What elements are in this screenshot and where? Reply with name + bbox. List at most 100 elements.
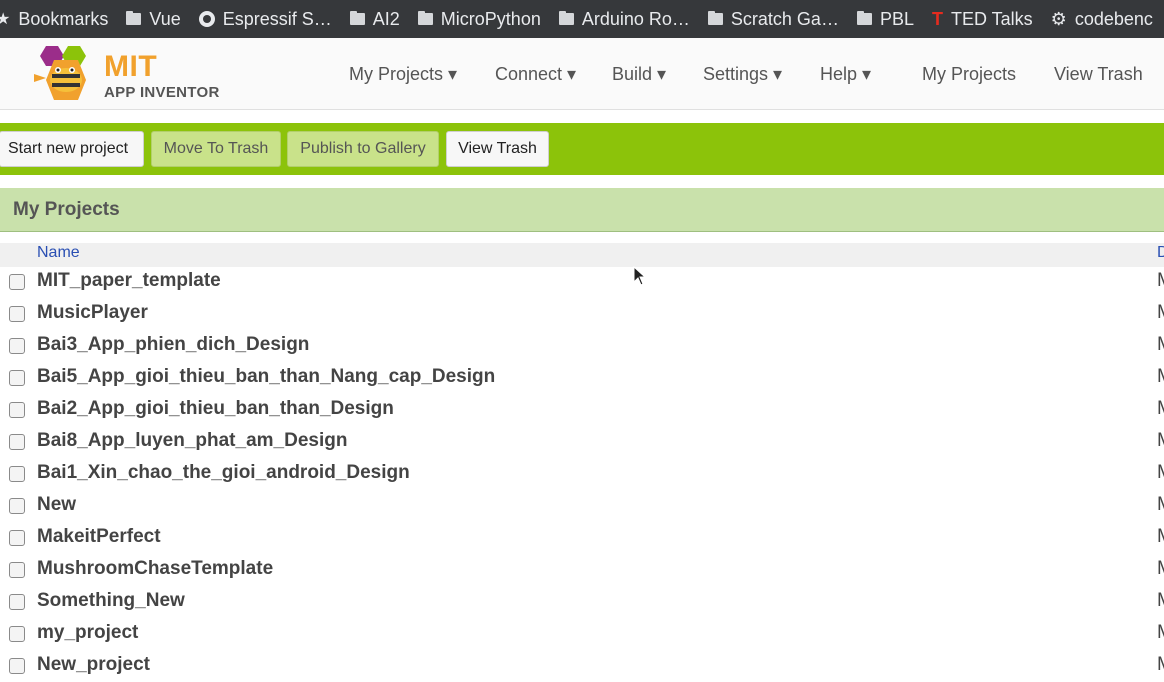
project-name[interactable]: Bai1_Xin_chao_the_gioi_android_Design — [37, 462, 410, 484]
bookmark-label: Arduino Ro… — [581, 8, 690, 29]
project-date: M — [1157, 430, 1164, 452]
bookmark-codebender[interactable]: ⚙ codebenc — [1051, 9, 1153, 30]
bookmark-espressif[interactable]: Espressif S… — [198, 8, 332, 30]
row-checkbox[interactable] — [9, 658, 25, 674]
logo-subtitle: APP INVENTOR — [104, 84, 220, 101]
table-row[interactable]: Something_New M — [0, 586, 1164, 618]
project-date: M — [1157, 526, 1164, 548]
row-checkbox[interactable] — [9, 338, 25, 354]
project-date: M — [1157, 622, 1164, 644]
table-row[interactable]: Bai3_App_phien_dich_Design M — [0, 330, 1164, 362]
project-date: M — [1157, 366, 1164, 388]
bookmark-label: Bookmarks — [18, 8, 109, 29]
link-view-trash[interactable]: View Trash — [1054, 64, 1143, 85]
star-icon: ★ — [0, 11, 11, 28]
project-date: M — [1157, 270, 1164, 292]
column-header-date[interactable]: D — [1157, 244, 1164, 262]
bookmark-label: PBL — [879, 8, 914, 29]
row-checkbox[interactable] — [9, 594, 25, 610]
my-projects-section-header: My Projects — [0, 188, 1164, 232]
bookmark-label: TED Talks — [950, 8, 1033, 29]
app-logo[interactable]: MIT APP INVENTOR — [32, 44, 222, 101]
row-checkbox[interactable] — [9, 402, 25, 418]
table-row[interactable]: MakeitPerfect M — [0, 522, 1164, 554]
project-date: M — [1157, 558, 1164, 580]
project-date: M — [1157, 462, 1164, 484]
project-name[interactable]: Something_New — [37, 590, 185, 612]
logo-title: MIT — [104, 50, 158, 83]
row-checkbox[interactable] — [9, 626, 25, 642]
project-name[interactable]: MushroomChaseTemplate — [37, 558, 273, 580]
bookmark-vue[interactable]: Vue — [126, 8, 181, 30]
table-row[interactable]: Bai8_App_luyen_phat_am_Design M — [0, 426, 1164, 458]
table-row[interactable]: my_project M — [0, 618, 1164, 650]
project-name[interactable]: Bai5_App_gioi_thieu_ban_than_Nang_cap_De… — [37, 366, 495, 388]
bookmark-label: AI2 — [372, 8, 400, 29]
bookmark-bookmarks[interactable]: ★ Bookmarks — [0, 9, 108, 30]
table-row[interactable]: New M — [0, 490, 1164, 522]
ted-icon: T — [931, 8, 943, 29]
gear-icon: ⚙ — [1050, 8, 1067, 29]
menu-settings[interactable]: Settings ▾ — [703, 64, 782, 85]
project-name[interactable]: New_project — [37, 654, 150, 676]
link-my-projects[interactable]: My Projects — [922, 64, 1016, 85]
bookmark-ai2[interactable]: AI2 — [349, 8, 400, 30]
start-new-project-button[interactable]: Start new project — [0, 131, 144, 167]
section-title: My Projects — [13, 199, 120, 220]
move-to-trash-button[interactable]: Move To Trash — [151, 131, 281, 167]
row-checkbox[interactable] — [9, 274, 25, 290]
folder-icon — [126, 11, 142, 25]
project-name[interactable]: my_project — [37, 622, 138, 644]
project-date: M — [1157, 334, 1164, 356]
table-row[interactable]: Bai2_App_gioi_thieu_ban_than_Design M — [0, 394, 1164, 426]
table-row[interactable]: Bai5_App_gioi_thieu_ban_than_Nang_cap_De… — [0, 362, 1164, 394]
table-row[interactable]: Bai1_Xin_chao_the_gioi_android_Design M — [0, 458, 1164, 490]
project-name[interactable]: MusicPlayer — [37, 302, 148, 324]
project-name[interactable]: Bai2_App_gioi_thieu_ban_than_Design — [37, 398, 394, 420]
project-toolbar: Start new project Move To Trash Publish … — [0, 123, 1164, 175]
folder-icon — [707, 11, 723, 25]
row-checkbox[interactable] — [9, 530, 25, 546]
table-row[interactable]: MushroomChaseTemplate M — [0, 554, 1164, 586]
github-icon — [198, 11, 215, 27]
bookmark-micropython[interactable]: MicroPython — [417, 8, 541, 30]
folder-icon — [558, 11, 574, 25]
folder-icon — [417, 11, 433, 25]
project-name[interactable]: New — [37, 494, 76, 516]
row-checkbox[interactable] — [9, 370, 25, 386]
menu-connect[interactable]: Connect ▾ — [495, 64, 576, 85]
row-checkbox[interactable] — [9, 434, 25, 450]
project-name[interactable]: MIT_paper_template — [37, 270, 221, 292]
bookmark-arduino[interactable]: Arduino Ro… — [558, 8, 690, 30]
column-header-name[interactable]: Name — [37, 244, 80, 262]
project-name[interactable]: MakeitPerfect — [37, 526, 161, 548]
menu-build[interactable]: Build ▾ — [612, 64, 666, 85]
bookmark-label: codebenc — [1074, 8, 1153, 29]
bookmark-label: Vue — [149, 8, 181, 29]
table-row[interactable]: New_project M — [0, 650, 1164, 682]
project-name[interactable]: Bai3_App_phien_dich_Design — [37, 334, 309, 356]
row-checkbox[interactable] — [9, 466, 25, 482]
table-row[interactable]: MIT_paper_template M — [0, 266, 1164, 298]
table-row[interactable]: MusicPlayer M — [0, 298, 1164, 330]
bookmark-ted[interactable]: T TED Talks — [932, 9, 1033, 30]
bookmark-label: Scratch Ga… — [730, 8, 839, 29]
bookmark-label: MicroPython — [440, 8, 541, 29]
row-checkbox[interactable] — [9, 498, 25, 514]
bookmark-label: Espressif S… — [222, 8, 332, 29]
row-checkbox[interactable] — [9, 562, 25, 578]
menu-help[interactable]: Help ▾ — [820, 64, 871, 85]
project-date: M — [1157, 302, 1164, 324]
bookmarks-bar: ★ Bookmarks Vue Espressif S… AI2 MicroPy… — [0, 0, 1164, 38]
bookmark-scratch[interactable]: Scratch Ga… — [707, 8, 839, 30]
project-date: M — [1157, 398, 1164, 420]
menu-my-projects[interactable]: My Projects ▾ — [349, 64, 457, 85]
publish-to-gallery-button[interactable]: Publish to Gallery — [287, 131, 439, 167]
project-date: M — [1157, 494, 1164, 516]
row-checkbox[interactable] — [9, 306, 25, 322]
bee-hex-icon — [34, 46, 86, 100]
folder-icon — [349, 11, 365, 25]
project-name[interactable]: Bai8_App_luyen_phat_am_Design — [37, 430, 347, 452]
view-trash-button[interactable]: View Trash — [446, 131, 549, 167]
bookmark-pbl[interactable]: PBL — [856, 8, 914, 30]
